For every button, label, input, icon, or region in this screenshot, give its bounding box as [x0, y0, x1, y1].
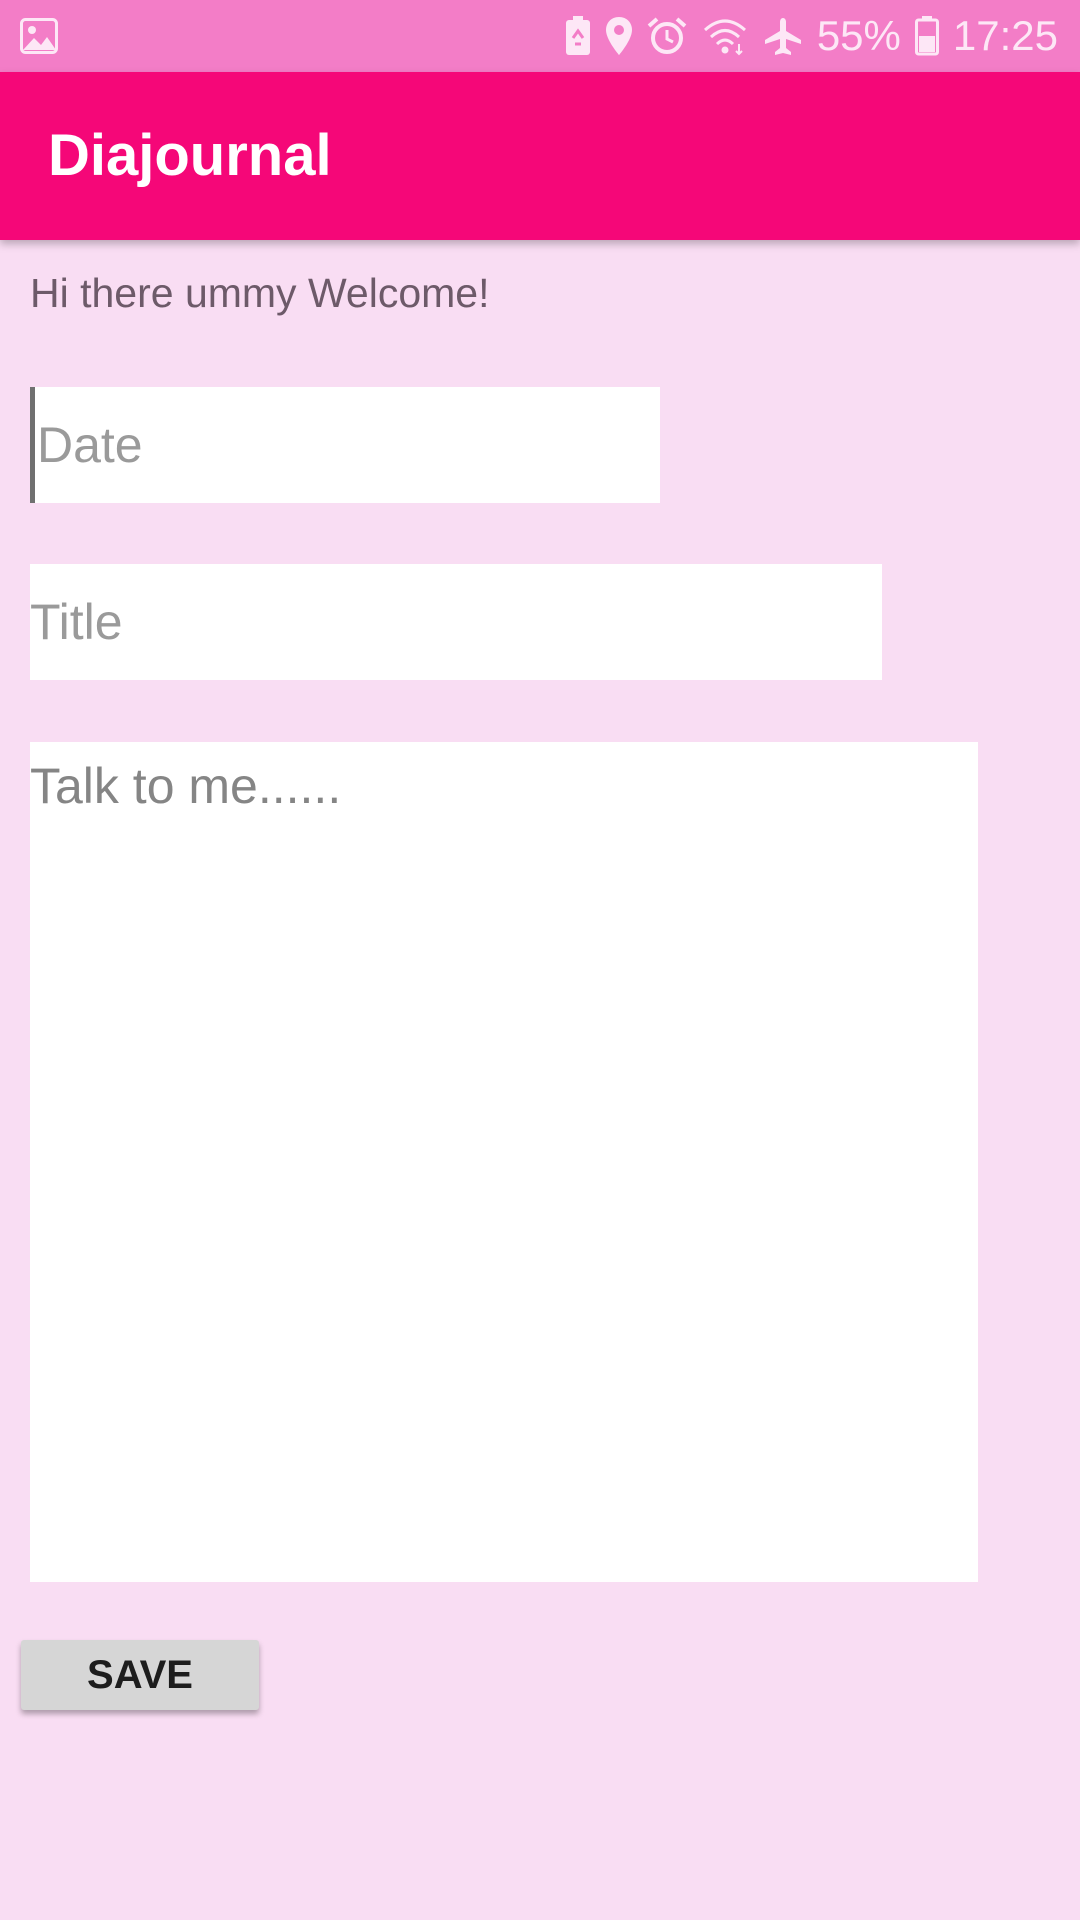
- status-bar: 55% 17:25: [0, 0, 1080, 72]
- gallery-icon: [20, 18, 60, 54]
- wifi-icon: [701, 16, 749, 56]
- battery-percent: 55%: [816, 12, 901, 59]
- app-bar: Diajournal: [0, 72, 1080, 240]
- alarm-icon: [647, 16, 687, 56]
- battery-icon: [914, 16, 939, 56]
- battery-saver-icon: [565, 16, 591, 56]
- location-icon: [605, 16, 633, 56]
- app-title: Diajournal: [48, 123, 332, 188]
- journal-entry-input[interactable]: [30, 742, 978, 1582]
- save-button[interactable]: SAVE: [21, 1640, 259, 1710]
- airplane-mode-icon: [763, 16, 803, 56]
- welcome-text: Hi there ummy Welcome!: [30, 270, 490, 316]
- date-input[interactable]: [30, 387, 660, 503]
- status-icons: 55% 17:25: [565, 0, 1058, 72]
- title-input[interactable]: [30, 564, 882, 680]
- clock: 17:25: [952, 12, 1058, 59]
